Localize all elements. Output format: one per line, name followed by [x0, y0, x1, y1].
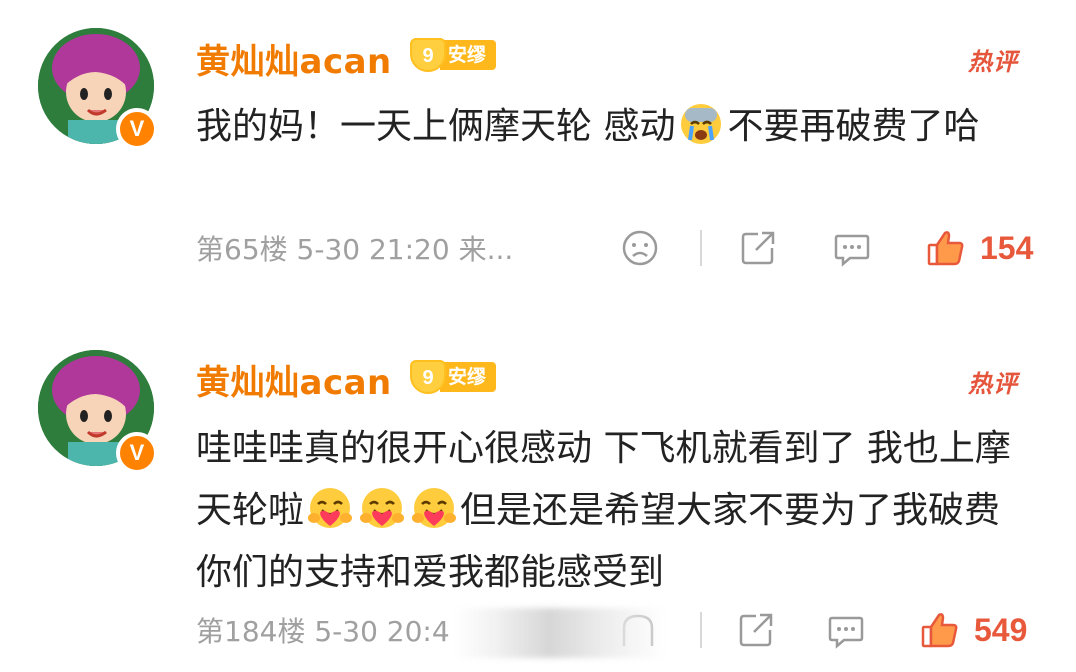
fan-badge-label: 安缪	[440, 40, 497, 70]
divider	[700, 612, 702, 648]
like-count: 549	[974, 612, 1028, 648]
fan-badge[interactable]: 9 安缪	[410, 360, 497, 394]
hot-comment-label: 热评	[968, 48, 1018, 76]
comment-text-part: 不要再破费了哈	[727, 106, 980, 147]
hugging-face-emoji	[308, 488, 353, 528]
comment-item: V 黄灿灿acan 9 安缪 热评 我的妈！一天上俩摩天轮 感动 不要再破费了哈 …	[0, 0, 1076, 320]
comment-icon[interactable]	[832, 228, 872, 268]
comment-icon[interactable]	[826, 610, 866, 650]
hugging-face-emoji	[360, 488, 405, 528]
comment-meta: 第65楼 5-30 21:20 来...	[196, 233, 514, 266]
crying-face-emoji	[681, 104, 722, 144]
hugging-face-emoji	[412, 488, 457, 528]
verified-badge: V	[116, 432, 158, 474]
comment-text-part: 我的妈！一天上俩摩天轮 感动	[196, 106, 676, 147]
comment-text: 我的妈！一天上俩摩天轮 感动 不要再破费了哈	[196, 96, 1046, 158]
hot-comment-label: 热评	[968, 370, 1018, 398]
like-count: 154	[980, 230, 1034, 266]
thumbs-up-icon[interactable]	[926, 228, 966, 268]
sad-face-icon[interactable]	[620, 228, 660, 268]
fan-badge-label: 安缪	[440, 362, 497, 392]
divider	[700, 230, 702, 266]
fan-badge[interactable]: 9 安缪	[410, 38, 497, 72]
share-icon[interactable]	[738, 228, 778, 268]
username[interactable]: 黄灿灿acan	[196, 34, 392, 83]
thumbs-up-icon[interactable]	[920, 610, 960, 650]
verified-badge: V	[116, 108, 158, 150]
username[interactable]: 黄灿灿acan	[196, 355, 392, 404]
comment-meta: 第184楼 5-30 20:4	[196, 615, 450, 648]
share-icon[interactable]	[736, 610, 776, 650]
blur-mask	[455, 608, 665, 658]
comment-text: 哇哇哇真的很开心很感动 下飞机就看到了 我也上摩天轮啦 但是还是希望大家不要为了我…	[196, 418, 1046, 604]
